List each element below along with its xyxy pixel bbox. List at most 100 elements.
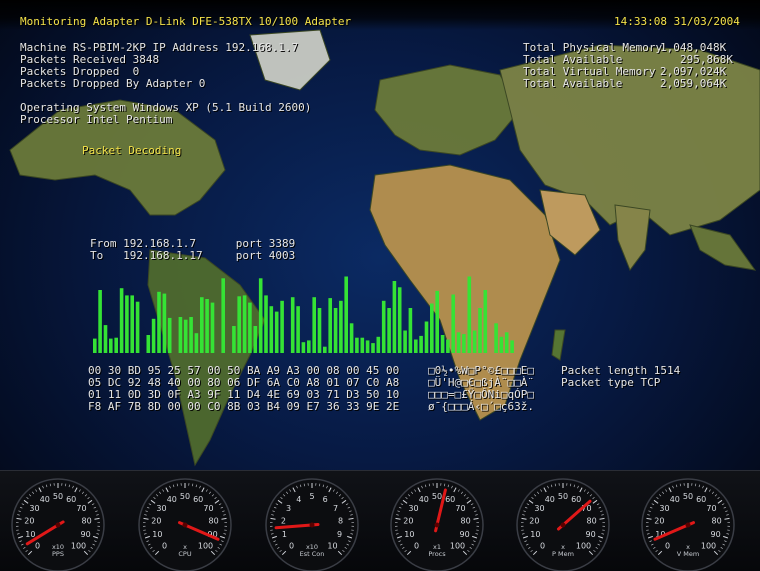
gauge-tick-label: 30 xyxy=(29,504,39,513)
activity-bar xyxy=(312,297,316,353)
activity-bar xyxy=(328,298,332,353)
gauge-tick-label: 10 xyxy=(404,530,414,539)
gauge-tick-label: 10 xyxy=(152,530,162,539)
gauge-tick-label: 90 xyxy=(711,530,721,539)
activity-bar xyxy=(103,325,108,353)
activity-bar xyxy=(414,339,418,353)
activity-bar xyxy=(349,323,354,353)
activity-bar xyxy=(403,330,407,353)
gauge-hub xyxy=(55,522,61,528)
gauge-tick-label: 20 xyxy=(151,517,161,526)
activity-bar xyxy=(264,295,268,353)
activity-bar xyxy=(397,287,402,353)
gauge-cpu: 010203040 50 60708090100xCPU xyxy=(138,478,232,571)
gauge-tick-label: 100 xyxy=(576,542,591,551)
activity-bar xyxy=(371,343,375,353)
gauge-tick-label: 8 xyxy=(338,517,343,526)
gauge-label: V Mem xyxy=(677,550,699,558)
activity-bar xyxy=(435,290,439,353)
activity-bar xyxy=(419,335,423,353)
gauge-tick-label: 70 xyxy=(203,504,213,513)
gauge-tick-label: 90 xyxy=(81,530,91,539)
gauge-est-con: 01234 5 678910x10Est Con xyxy=(265,478,359,571)
activity-bar xyxy=(232,326,236,353)
gauge-tick-label: 80 xyxy=(461,517,471,526)
gauge-tick-label: 50 xyxy=(432,492,442,501)
gauge-hub xyxy=(560,522,566,528)
gauge-tick-label: 30 xyxy=(408,504,418,513)
activity-bar xyxy=(424,321,429,353)
activity-bar xyxy=(98,290,102,353)
activity-bar xyxy=(114,337,118,353)
gauge-tick-label: 40 xyxy=(545,495,555,504)
activity-bar xyxy=(483,290,488,353)
gauge-tick-label: 70 xyxy=(455,504,465,513)
gauge-tick-label: 20 xyxy=(24,517,34,526)
activity-bar xyxy=(248,302,252,353)
gauge-procs: 010203040 50 60708090100x1Procs xyxy=(390,478,484,571)
gauge-tick-label: 70 xyxy=(76,504,86,513)
gauge-hub xyxy=(434,522,440,528)
activity-bar xyxy=(200,297,204,353)
gauge-tick-label: 20 xyxy=(654,517,664,526)
activity-bar xyxy=(221,278,225,353)
activity-bar xyxy=(93,338,97,353)
activity-bar xyxy=(494,323,498,353)
gauge-tick-label: 60 xyxy=(66,495,76,504)
gauge-tick-label: 80 xyxy=(82,517,92,526)
gauge-tick-label: 5 xyxy=(309,492,314,501)
gauge-tick-label: 0 xyxy=(162,542,167,551)
activity-bar xyxy=(258,278,263,353)
activity-bar xyxy=(360,337,365,353)
gauge-tick-label: 10 xyxy=(530,530,540,539)
gauge-tick-label: 100 xyxy=(701,542,716,551)
activity-bar xyxy=(499,336,504,353)
gauge-tick-label: 10 xyxy=(25,530,35,539)
activity-bar xyxy=(269,306,274,353)
activity-bar xyxy=(146,335,151,353)
activity-bar xyxy=(290,297,295,353)
activity-bar xyxy=(344,276,348,353)
activity-bar xyxy=(467,276,472,353)
gauge-tick-label: 100 xyxy=(450,542,465,551)
gauge-v-mem: 010203040 50 60708090100xV Mem xyxy=(641,478,735,571)
gauge-tick-label: 7 xyxy=(333,504,338,513)
activity-bar xyxy=(462,334,466,353)
activity-bar xyxy=(157,291,161,353)
activity-bar xyxy=(446,339,450,353)
activity-bar xyxy=(183,319,188,353)
gauge-tick-label: 0 xyxy=(35,542,40,551)
gauge-tick-label: 80 xyxy=(712,517,722,526)
gauge-label: P Mem xyxy=(552,550,574,558)
activity-bar xyxy=(237,296,241,353)
activity-bar xyxy=(109,338,113,353)
gauge-tick-label: 100 xyxy=(198,542,213,551)
activity-bar xyxy=(151,318,156,353)
activity-bar xyxy=(381,300,386,353)
gauge-hub xyxy=(182,522,188,528)
gauge-tick-label: 0 xyxy=(289,542,294,551)
gauge-tick-label: 30 xyxy=(659,504,669,513)
activity-bar xyxy=(280,300,284,353)
gauge-hub xyxy=(685,522,691,528)
gauge-tick-label: 0 xyxy=(665,542,670,551)
gauge-tick-label: 1 xyxy=(282,530,287,539)
ascii-dump-line: ø¯{□□□Á‹□´□ç63ž. xyxy=(428,400,534,413)
gauge-tick-label: 3 xyxy=(286,504,291,513)
gauge-tick-label: 60 xyxy=(696,495,706,504)
gauge-tick-label: 50 xyxy=(53,492,63,501)
activity-bar xyxy=(440,335,445,353)
gauge-tick-label: 30 xyxy=(156,504,166,513)
gauge-tick-label: 40 xyxy=(419,495,429,504)
gauge-tick-label: 80 xyxy=(209,517,219,526)
gauge-tick-label: 4 xyxy=(296,495,301,504)
activity-bar xyxy=(194,333,199,353)
activity-bar xyxy=(135,301,140,353)
gauge-label: Procs xyxy=(428,550,446,558)
activity-bar xyxy=(478,308,482,353)
activity-bar xyxy=(167,317,172,353)
gauge-tick-label: 60 xyxy=(193,495,203,504)
gauge-pps: 010203040 50 60708090100x10PPS xyxy=(11,478,105,571)
activity-bar xyxy=(333,308,338,353)
gauge-tick-label: 60 xyxy=(445,495,455,504)
